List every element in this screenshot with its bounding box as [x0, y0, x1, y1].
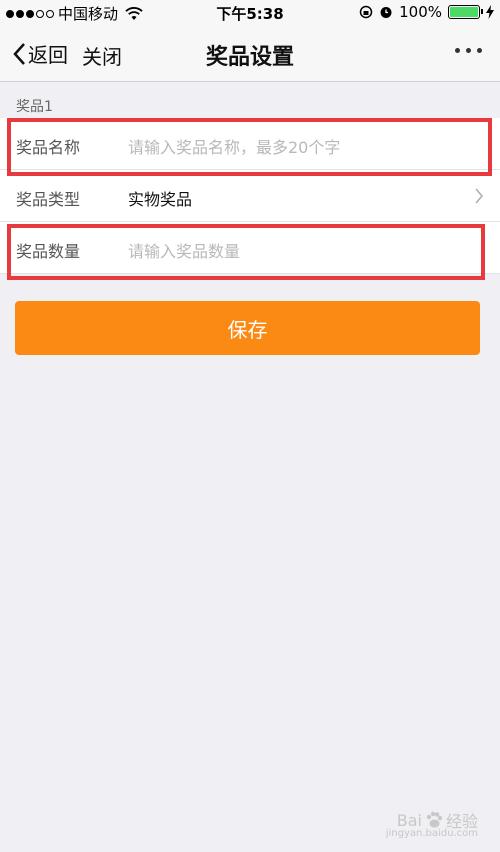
save-button[interactable]: 保存: [15, 301, 480, 355]
status-right: 100%: [359, 3, 494, 21]
more-dot-icon: [455, 48, 460, 53]
battery-percent: 100%: [399, 3, 442, 21]
rotation-lock-icon: [359, 5, 373, 19]
prize-form: 奖品名称 请输入奖品名称，最多20个字 奖品类型 实物奖品 奖品数量 请输入奖品…: [0, 118, 500, 274]
status-bar: 中国移动 下午5:38 100%: [0, 0, 500, 26]
section-label: 奖品1: [16, 99, 53, 115]
prize-quantity-label: 奖品数量: [16, 242, 81, 261]
page-title: 奖品设置: [205, 45, 294, 70]
prize-name-label: 奖品名称: [16, 138, 81, 157]
prize-name-input[interactable]: 请输入奖品名称，最多20个字: [128, 134, 340, 158]
chevron-right-icon: [475, 188, 484, 204]
nav-bar: 返回 关闭 奖品设置: [0, 26, 500, 82]
more-dot-icon: [466, 48, 471, 53]
watermark-brand: Bai: [396, 810, 422, 830]
prize-type-row[interactable]: 奖品类型 实物奖品: [0, 170, 500, 222]
more-button[interactable]: [455, 48, 482, 53]
baidu-paw-icon: [426, 811, 443, 828]
prize-type-value[interactable]: 实物奖品: [128, 186, 192, 210]
battery-icon: [448, 5, 483, 19]
prize-name-row[interactable]: 奖品名称 请输入奖品名称，最多20个字: [0, 118, 500, 170]
alarm-icon: [380, 7, 392, 18]
prize-type-label: 奖品类型: [16, 190, 81, 209]
charging-icon: [486, 5, 494, 19]
watermark-url: jingyan.baidu.com: [385, 828, 478, 839]
baidu-watermark: Bai 经验 jingyan.baidu.com: [386, 808, 478, 840]
more-dot-icon: [477, 48, 482, 53]
prize-quantity-input[interactable]: 请输入奖品数量: [128, 238, 240, 262]
prize-quantity-row[interactable]: 奖品数量 请输入奖品数量: [0, 222, 500, 274]
